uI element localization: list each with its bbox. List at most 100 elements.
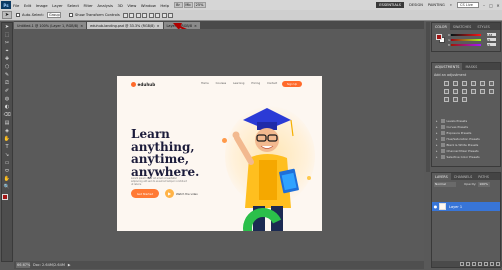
align-bottom-icon[interactable] [135, 12, 141, 18]
mini-bridge-button[interactable]: Mb [183, 2, 193, 8]
menu-window[interactable]: Window [141, 3, 156, 8]
tab-document-1[interactable]: Untitled-1 @ 100% (Layer 1, RGB/8) × [14, 22, 87, 29]
color-balance-icon[interactable] [444, 88, 449, 94]
menu-file[interactable]: File [13, 3, 19, 8]
quick-select-tool-icon[interactable]: ⌖ [2, 48, 12, 56]
layer-style-icon[interactable] [466, 262, 470, 266]
color-swatches[interactable] [2, 194, 12, 206]
red-value[interactable]: 163 [487, 33, 496, 37]
brightness-icon[interactable] [444, 80, 449, 86]
threshold-icon[interactable] [444, 96, 449, 102]
3d-rotate-tool-icon[interactable]: ⬭ [2, 168, 12, 176]
align-left-icon[interactable] [142, 12, 148, 18]
blue-value[interactable]: 21 [487, 43, 496, 47]
posterize-icon[interactable] [489, 88, 494, 94]
red-slider[interactable] [451, 33, 481, 36]
crop-tool-icon[interactable]: ✚ [2, 56, 12, 64]
tab-color[interactable]: COLOR [432, 23, 450, 30]
minimize-icon[interactable]: – [481, 2, 487, 8]
brush-tool-icon[interactable]: ⎚ [2, 80, 12, 88]
status-arrow-icon[interactable]: ▶ [68, 263, 71, 267]
shape-tool-icon[interactable]: ▭ [2, 160, 12, 168]
zoom-level-select[interactable]: 25% [193, 2, 206, 8]
history-brush-tool-icon[interactable]: ◍ [2, 96, 12, 104]
menu-select[interactable]: Select [67, 3, 79, 8]
eraser-tool-icon[interactable]: ◐ [2, 104, 12, 112]
hand-tool-icon[interactable]: ✋ [2, 176, 12, 184]
green-slider-row[interactable]: G [448, 38, 484, 42]
menu-3d[interactable]: 3D [118, 3, 123, 8]
document-canvas[interactable]: eduhub Home Courses Learning Pricing Con… [117, 76, 322, 231]
eyedropper-tool-icon[interactable]: ⬡ [2, 64, 12, 72]
show-transform-checkbox[interactable] [69, 13, 74, 17]
trash-icon[interactable] [496, 262, 500, 266]
distribute-spacing-icon[interactable] [168, 12, 174, 18]
auto-select-dropdown[interactable]: Group [47, 12, 62, 18]
blend-mode-select[interactable]: Normal [434, 181, 456, 187]
blue-slider[interactable] [451, 43, 481, 46]
workspace-essentials-button[interactable]: ESSENTIALS [376, 2, 405, 8]
levels-icon[interactable] [453, 80, 458, 86]
tab-channels[interactable]: CHANNELS [451, 173, 476, 180]
restore-icon[interactable]: □ [488, 2, 494, 8]
invert-icon[interactable] [480, 88, 485, 94]
menu-edit[interactable]: Edit [24, 3, 31, 8]
eye-icon[interactable]: ● [432, 204, 439, 209]
selective-color-icon[interactable] [462, 96, 467, 102]
distribute-icon[interactable] [161, 12, 167, 18]
zoom-tool-icon[interactable]: 🔍 [2, 184, 12, 192]
layer-mask-icon[interactable] [472, 262, 476, 266]
exposure-icon[interactable] [471, 80, 476, 86]
pen-tool-icon[interactable]: ✋ [2, 136, 12, 144]
red-slider-row[interactable]: R [448, 33, 484, 37]
new-layer-icon[interactable] [490, 262, 494, 266]
tab-adjustments[interactable]: ADJUSTMENTS [432, 63, 463, 70]
photo-filter-icon[interactable] [462, 88, 467, 94]
foreground-color-swatch[interactable] [2, 194, 8, 200]
auto-select-checkbox[interactable] [16, 13, 20, 17]
marquee-tool-icon[interactable]: ⬚ [2, 32, 12, 40]
workspace-design-button[interactable]: DESIGN [409, 3, 423, 7]
menu-analysis[interactable]: Analysis [97, 3, 113, 8]
green-value[interactable]: 21 [487, 38, 496, 42]
opacity-field[interactable]: 100% [478, 181, 491, 187]
hue-saturation-icon[interactable] [489, 80, 494, 86]
tab-swatches[interactable]: SWATCHES [450, 23, 474, 30]
blue-slider-row[interactable]: B [448, 43, 484, 47]
menu-help[interactable]: Help [160, 3, 169, 8]
tab-close-icon[interactable]: × [157, 24, 160, 28]
type-tool-icon[interactable]: T [2, 144, 12, 152]
align-middle-icon[interactable] [129, 12, 135, 18]
gradient-map-icon[interactable] [453, 96, 458, 102]
lasso-tool-icon[interactable]: ✂ [2, 40, 12, 48]
path-select-tool-icon[interactable]: ↘ [2, 152, 12, 160]
workspace-painting-button[interactable]: PAINTING [428, 3, 445, 7]
canvas-area[interactable]: eduhub Home Courses Learning Pricing Con… [14, 29, 424, 261]
tab-masks[interactable]: MASKS [462, 63, 480, 70]
layer-name[interactable]: Layer 1 [449, 205, 462, 209]
clone-stamp-tool-icon[interactable]: ✐ [2, 88, 12, 96]
new-group-icon[interactable] [484, 262, 488, 266]
workspace-more-button[interactable]: » [450, 3, 452, 7]
cs-live-button[interactable]: CS Live [457, 2, 479, 8]
move-tool-icon[interactable]: ➤ [2, 24, 12, 32]
vibrance-icon[interactable] [480, 80, 485, 86]
dodge-tool-icon[interactable]: ◈ [2, 128, 12, 136]
move-tool-preset-icon[interactable]: ➤ [2, 11, 12, 19]
menu-view[interactable]: View [127, 3, 136, 8]
tab-close-icon[interactable]: × [80, 24, 83, 28]
align-right-icon[interactable] [155, 12, 161, 18]
menu-filter[interactable]: Filter [83, 3, 92, 8]
zoom-field[interactable]: 66.67% [16, 262, 30, 268]
channel-mixer-icon[interactable] [471, 88, 476, 94]
menu-image[interactable]: Image [36, 3, 48, 8]
blur-tool-icon[interactable]: ▤ [2, 120, 12, 128]
green-slider[interactable] [451, 38, 481, 41]
healing-brush-tool-icon[interactable]: ✎ [2, 72, 12, 80]
preset-item[interactable]: ▸ Selective Color Presets [436, 154, 498, 160]
adjustment-layer-icon[interactable] [478, 262, 482, 266]
panel-foreground-swatch[interactable] [436, 34, 442, 40]
align-top-icon[interactable] [122, 12, 128, 18]
tab-styles[interactable]: STYLES [474, 23, 492, 30]
curves-icon[interactable] [462, 80, 467, 86]
